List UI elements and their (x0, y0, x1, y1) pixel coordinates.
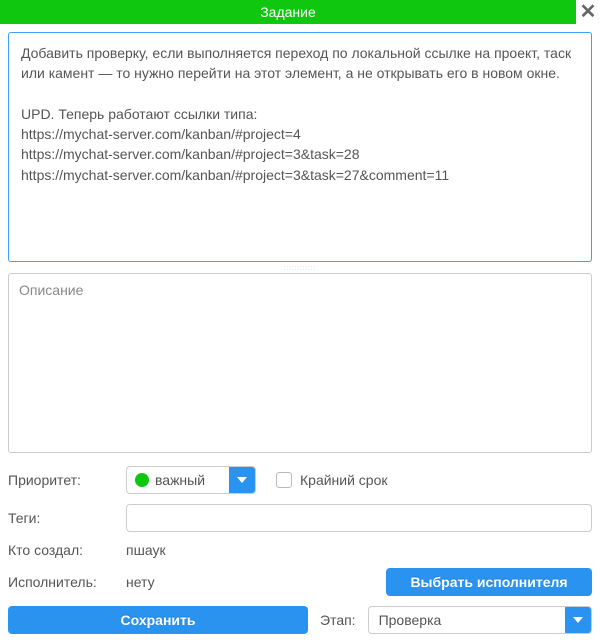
priority-dot-icon (135, 473, 149, 487)
close-icon: ✕ (580, 1, 597, 23)
tags-label: Теги: (8, 510, 118, 526)
priority-label: Приоритет: (8, 472, 118, 488)
task-title-input[interactable] (8, 32, 592, 262)
creator-label: Кто создал: (8, 542, 118, 558)
deadline-checkbox[interactable] (276, 472, 292, 488)
deadline-label[interactable]: Крайний срок (300, 472, 388, 488)
assignee-label: Исполнитель: (8, 574, 118, 590)
priority-row: Приоритет: важный Крайний срок (8, 466, 592, 494)
close-button[interactable]: ✕ (576, 0, 600, 24)
dialog-title: Задание (0, 4, 576, 20)
tags-row: Теги: (8, 504, 592, 532)
priority-text: важный (155, 472, 205, 488)
creator-row: Кто создал: пшаук (8, 542, 592, 558)
stage-value: Проверка (369, 612, 565, 628)
assignee-value: нету (126, 574, 155, 590)
priority-select[interactable]: важный (126, 466, 256, 494)
resize-grip-icon[interactable]: :::::::::::: (8, 265, 592, 273)
chevron-down-icon (229, 467, 255, 493)
tags-input[interactable] (126, 504, 592, 532)
creator-value: пшаук (126, 542, 166, 558)
stage-label: Этап: (320, 612, 356, 628)
save-button[interactable]: Сохранить (8, 606, 308, 634)
stage-select[interactable]: Проверка (368, 606, 592, 634)
dialog-content: :::::::::::: Приоритет: важный Крайний с… (0, 24, 600, 642)
chevron-down-icon (565, 607, 591, 633)
assignee-row: Исполнитель: нету Выбрать исполнителя (8, 568, 592, 596)
dialog-header: Задание ✕ (0, 0, 600, 24)
bottom-row: Сохранить Этап: Проверка (8, 606, 592, 634)
task-description-input[interactable] (8, 273, 592, 453)
assign-button[interactable]: Выбрать исполнителя (386, 568, 592, 596)
priority-value: важный (127, 472, 229, 488)
